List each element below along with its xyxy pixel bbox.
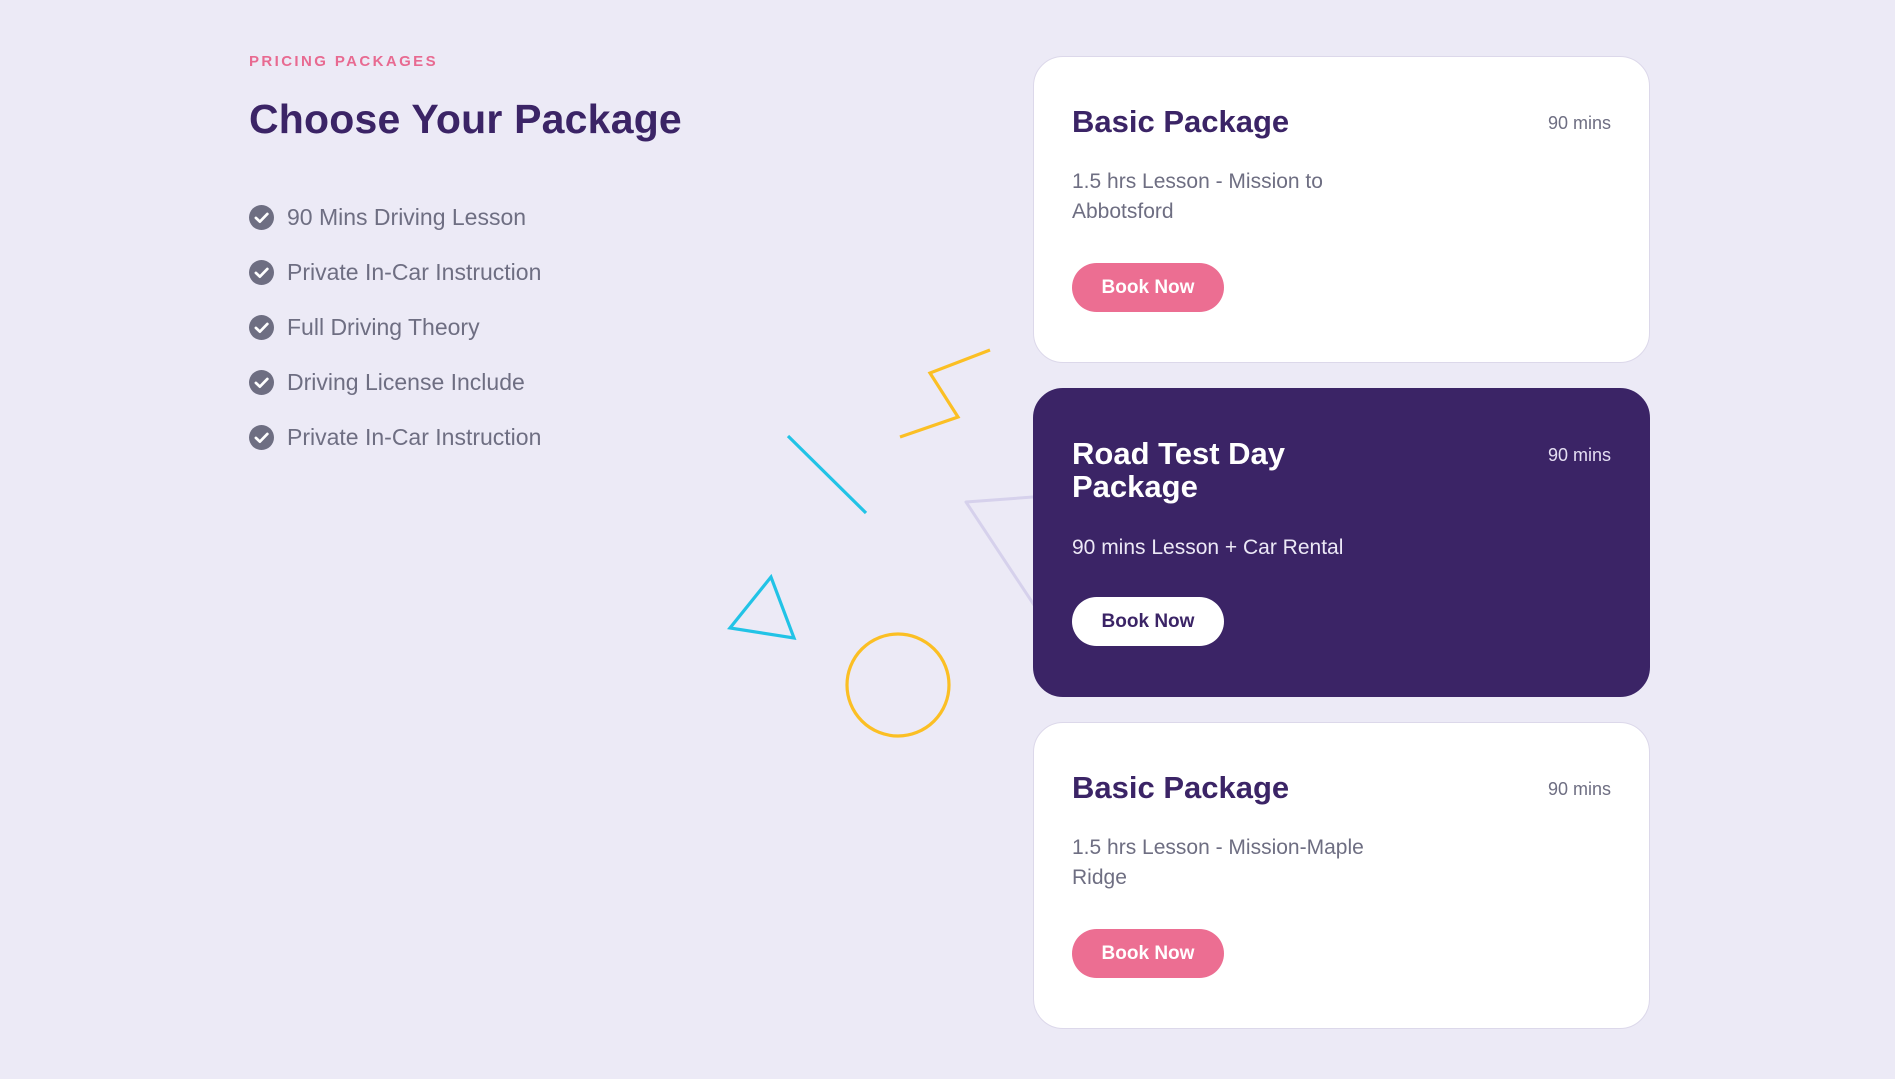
package-description: 1.5 hrs Lesson - Mission to Abbotsford: [1072, 170, 1323, 223]
outline-circle-yellow: [845, 632, 951, 738]
book-now-button[interactable]: Book Now: [1072, 263, 1224, 312]
package-duration: 90 mins: [1547, 779, 1611, 799]
outline-triangle-cyan: [727, 573, 797, 641]
package-description: 90 mins Lesson + Car Rental: [1072, 536, 1344, 559]
package-title: Road Test Day Package: [1072, 436, 1286, 504]
book-now-button[interactable]: Book Now: [1072, 597, 1224, 646]
package-title: Basic Package: [1072, 104, 1290, 139]
zigzag-shape: [899, 348, 991, 439]
package-card-basic-abbotsford: Basic Package 90 mins 1.5 hrs Lesson - M…: [1033, 56, 1650, 363]
package-card-basic-maple-ridge: Basic Package 90 mins 1.5 hrs Lesson - M…: [1033, 722, 1650, 1029]
book-now-button[interactable]: Book Now: [1072, 929, 1224, 978]
package-duration: 90 mins: [1547, 113, 1611, 133]
package-title: Basic Package: [1072, 770, 1290, 805]
package-duration: 90 mins: [1547, 445, 1611, 465]
package-card-road-test-day: Road Test Day Package 90 mins 90 mins Le…: [1033, 388, 1650, 697]
cyan-line: [786, 434, 868, 515]
package-description: 1.5 hrs Lesson - Mission-Maple Ridge: [1072, 836, 1364, 889]
